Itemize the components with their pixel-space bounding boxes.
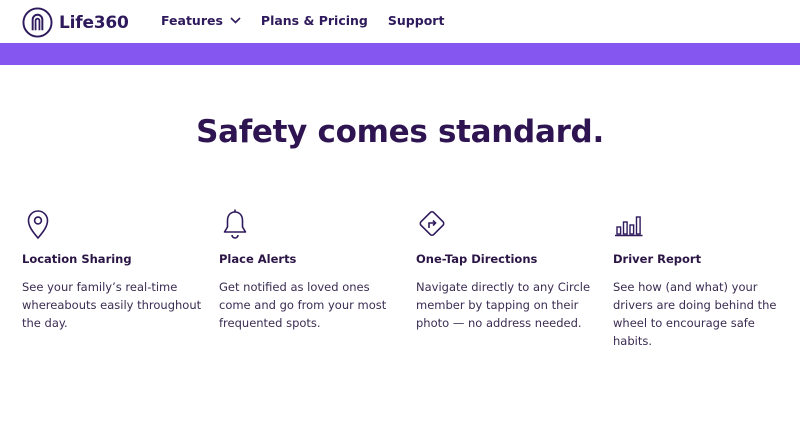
nav-item-support-label: Support (387, 13, 445, 28)
nav-item-features[interactable]: Features (161, 13, 241, 28)
feature-title: Location Sharing (22, 252, 132, 266)
bar-chart-icon (615, 216, 643, 237)
life360-logo-icon (22, 7, 53, 38)
feature-location-sharing: Location Sharing See your family’s real-… (22, 207, 202, 330)
life360-logo[interactable]: Life360 (22, 7, 129, 38)
chevron-down-icon (230, 17, 241, 24)
feature-description: See how (and what) your drivers are doin… (613, 280, 777, 348)
feature-driver-report: Driver Report See how (and what) your dr… (613, 207, 793, 348)
feature-one-tap-directions: One-Tap Directions Navigate directly to … (416, 207, 596, 330)
feature-place-alerts: Place Alerts Get notified as loved ones … (219, 207, 399, 330)
map-pin-icon (27, 210, 49, 240)
primary-nav: Features Plans & Pricing Support (161, 13, 444, 28)
feature-title: One-Tap Directions (416, 252, 538, 266)
hero-headline: Safety comes standard. (196, 114, 604, 150)
brand-name: Life360 (59, 12, 129, 33)
bell-icon (223, 209, 247, 239)
feature-title: Driver Report (613, 252, 702, 266)
top-navbar: Life360 Features Plans & Pricing Support (0, 0, 800, 43)
feature-description: Get notified as loved ones come and go f… (219, 280, 387, 330)
feature-description: See your family’s real-time whereabouts … (22, 280, 202, 330)
directions-sign-icon (419, 211, 445, 236)
promo-band (0, 43, 800, 65)
nav-item-plans-pricing[interactable]: Plans & Pricing (261, 13, 368, 28)
feature-title: Place Alerts (219, 252, 297, 266)
nav-item-features-label: Features (161, 13, 223, 28)
feature-description: Navigate directly to any Circle member b… (416, 280, 591, 330)
nav-item-plans-pricing-label: Plans & Pricing (260, 13, 368, 28)
nav-item-support[interactable]: Support (388, 13, 445, 28)
